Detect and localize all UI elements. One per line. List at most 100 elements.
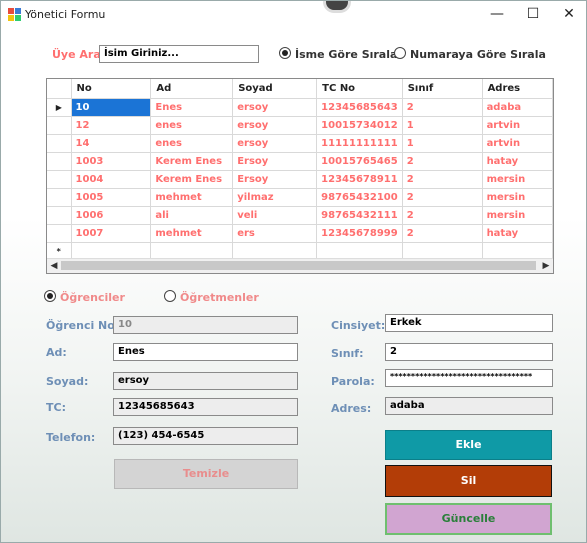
- table-cell[interactable]: enes: [150, 116, 234, 135]
- table-cell[interactable]: 1005: [71, 188, 152, 207]
- table-cell[interactable]: Kerem Enes: [150, 170, 234, 189]
- table-cell[interactable]: mehmet: [150, 224, 234, 243]
- table-cell[interactable]: 2: [402, 224, 483, 243]
- new-row[interactable]: *: [47, 242, 553, 260]
- table-cell[interactable]: ali: [150, 206, 234, 225]
- table-cell[interactable]: 11111111111: [316, 134, 403, 153]
- table-cell[interactable]: mersin: [482, 206, 553, 225]
- table-cell[interactable]: Kerem Enes: [150, 152, 234, 171]
- table-cell[interactable]: [482, 242, 553, 260]
- close-button[interactable]: ✕: [551, 3, 586, 27]
- table-cell[interactable]: artvin: [482, 116, 553, 135]
- table-cell[interactable]: 2: [402, 98, 483, 117]
- table-cell[interactable]: [232, 242, 318, 260]
- teachers-radio[interactable]: Öğretmenler: [164, 290, 259, 304]
- phone-field[interactable]: (123) 454-6545: [113, 427, 298, 445]
- table-row[interactable]: 14 enes ersoy 11111111111 1 artvin: [47, 134, 553, 153]
- update-button[interactable]: Güncelle: [385, 503, 552, 535]
- table-cell[interactable]: [71, 242, 152, 260]
- row-header[interactable]: [47, 206, 72, 225]
- table-cell[interactable]: ersoy: [232, 116, 318, 135]
- table-cell[interactable]: artvin: [482, 134, 553, 153]
- table-row[interactable]: 1003 Kerem Enes Ersoy 10015765465 2 hata…: [47, 152, 553, 171]
- search-input[interactable]: İsim Giriniz...: [99, 45, 259, 63]
- table-cell[interactable]: 1: [402, 134, 483, 153]
- table-cell[interactable]: [150, 242, 234, 260]
- table-cell[interactable]: Ersoy: [232, 152, 318, 171]
- table-row[interactable]: 1007 mehmet ers 12345678999 2 hatay: [47, 224, 553, 243]
- table-cell[interactable]: veli: [232, 206, 318, 225]
- gender-field[interactable]: Erkek: [385, 314, 553, 332]
- students-radio[interactable]: Öğrenciler: [44, 290, 125, 304]
- scroll-left-icon[interactable]: ◀: [47, 259, 61, 273]
- table-row[interactable]: ▶ 10 Enes ersoy 12345685643 2 adaba: [47, 98, 553, 117]
- column-header-no[interactable]: No: [71, 79, 152, 99]
- table-cell[interactable]: 2: [402, 152, 483, 171]
- table-row[interactable]: 1005 mehmet yilmaz 98765432100 2 mersin: [47, 188, 553, 207]
- name-field[interactable]: Enes: [113, 343, 298, 361]
- table-cell[interactable]: 98765432100: [316, 188, 403, 207]
- members-grid[interactable]: No Ad Soyad TC No Sınıf Adres ▶ 10 Enes …: [46, 78, 554, 274]
- table-cell[interactable]: 12345678999: [316, 224, 403, 243]
- table-cell[interactable]: mehmet: [150, 188, 234, 207]
- scroll-right-icon[interactable]: ▶: [539, 259, 553, 273]
- sort-by-number-radio[interactable]: Numaraya Göre Sırala: [394, 47, 546, 61]
- maximize-button[interactable]: ☐: [515, 3, 551, 27]
- table-cell[interactable]: [402, 242, 483, 260]
- table-row[interactable]: 12 enes ersoy 10015734012 1 artvin: [47, 116, 553, 135]
- table-cell[interactable]: Ersoy: [232, 170, 318, 189]
- row-header[interactable]: [47, 134, 72, 153]
- table-cell[interactable]: [316, 242, 403, 260]
- add-button[interactable]: Ekle: [385, 430, 552, 460]
- table-row[interactable]: 1006 ali veli 98765432111 2 mersin: [47, 206, 553, 225]
- password-field[interactable]: **********************************: [385, 369, 553, 387]
- class-field[interactable]: 2: [385, 343, 553, 361]
- table-cell[interactable]: 10015765465: [316, 152, 403, 171]
- surname-field[interactable]: ersoy: [113, 372, 298, 390]
- table-cell[interactable]: Enes: [150, 98, 234, 117]
- table-row[interactable]: 1004 Kerem Enes Ersoy 12345678911 2 mers…: [47, 170, 553, 189]
- column-header-surname[interactable]: Soyad: [232, 79, 318, 99]
- table-cell[interactable]: mersin: [482, 188, 553, 207]
- table-cell[interactable]: ersoy: [232, 134, 318, 153]
- table-cell[interactable]: 1004: [71, 170, 152, 189]
- horizontal-scrollbar[interactable]: ◀ ▶: [47, 258, 553, 273]
- table-cell[interactable]: 2: [402, 170, 483, 189]
- table-cell[interactable]: 1007: [71, 224, 152, 243]
- table-cell[interactable]: ers: [232, 224, 318, 243]
- table-cell[interactable]: 12: [71, 116, 152, 135]
- table-cell[interactable]: 10: [71, 98, 152, 117]
- table-cell[interactable]: adaba: [482, 98, 553, 117]
- table-cell[interactable]: 2: [402, 206, 483, 225]
- table-cell[interactable]: enes: [150, 134, 234, 153]
- sort-by-name-radio[interactable]: İsme Göre Sırala: [279, 47, 397, 61]
- minimize-button[interactable]: —: [479, 3, 515, 27]
- row-header[interactable]: [47, 152, 72, 171]
- table-cell[interactable]: 14: [71, 134, 152, 153]
- row-header[interactable]: [47, 224, 72, 243]
- delete-button[interactable]: Sil: [385, 465, 552, 497]
- column-header-name[interactable]: Ad: [150, 79, 234, 99]
- clear-button[interactable]: Temizle: [114, 459, 298, 489]
- table-cell[interactable]: 1006: [71, 206, 152, 225]
- column-header-tc[interactable]: TC No: [316, 79, 403, 99]
- address-field[interactable]: adaba: [385, 397, 553, 415]
- table-cell[interactable]: 10015734012: [316, 116, 403, 135]
- student-no-field[interactable]: 10: [113, 316, 298, 334]
- table-cell[interactable]: 12345678911: [316, 170, 403, 189]
- table-cell[interactable]: 1: [402, 116, 483, 135]
- row-header[interactable]: [47, 188, 72, 207]
- row-header[interactable]: [47, 170, 72, 189]
- table-cell[interactable]: 98765432111: [316, 206, 403, 225]
- table-cell[interactable]: yilmaz: [232, 188, 318, 207]
- column-header-address[interactable]: Adres: [482, 79, 553, 99]
- row-header[interactable]: [47, 116, 72, 135]
- table-cell[interactable]: hatay: [482, 152, 553, 171]
- column-header-class[interactable]: Sınıf: [402, 79, 483, 99]
- table-cell[interactable]: 1003: [71, 152, 152, 171]
- table-cell[interactable]: 12345685643: [316, 98, 403, 117]
- tc-field[interactable]: 12345685643: [113, 398, 298, 416]
- table-cell[interactable]: 2: [402, 188, 483, 207]
- table-cell[interactable]: hatay: [482, 224, 553, 243]
- table-cell[interactable]: mersin: [482, 170, 553, 189]
